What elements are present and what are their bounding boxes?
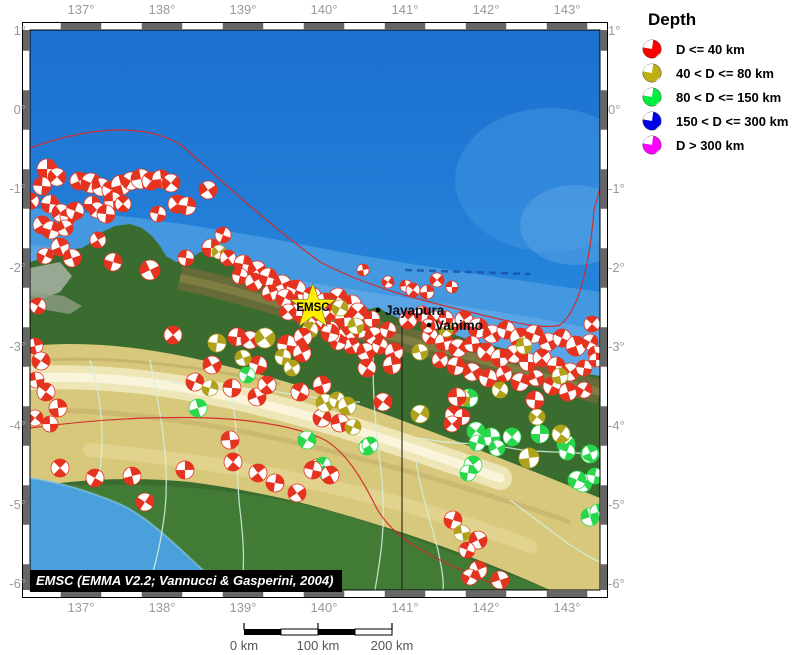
focal-mechanism [175,460,195,480]
city-label-jayapura: Jayapura [385,303,445,318]
frame-segment [384,22,426,30]
focal-mechanism [445,280,459,294]
lon-tick-bottom: 141° [391,600,419,615]
legend-item: D > 300 km [638,133,795,157]
lat-tick-right: -4° [608,418,625,433]
legend-rows: D <= 40 km 40 < D <= 80 km 80 < D <= 150 k… [638,37,795,157]
depth-ball-icon [642,63,662,83]
lon-tick-bottom: 143° [553,600,581,615]
frame-segment [546,22,588,30]
lat-tick-left: -2° [9,260,26,275]
lon-tick-bottom: 139° [229,600,257,615]
lat-tick-right: -1° [608,181,625,196]
city-dot-vanimo [426,322,432,328]
depth-ball-icon [642,39,662,59]
lat-tick-right: -3° [608,339,625,354]
lat-tick-left: -3° [9,339,26,354]
frame-segment [600,327,608,367]
depth-ball-icon [642,111,662,131]
lat-tick-left: 0° [13,102,26,117]
legend-item: 150 < D <= 300 km [638,109,795,133]
frame-segment [600,406,608,446]
lon-tick-top: 138° [148,2,176,17]
depth-ball-icon [642,87,662,107]
lon-tick-top: 141° [391,2,419,17]
scale-segment [244,629,281,635]
lon-tick-bottom: 142° [472,600,500,615]
scale-bar [243,623,393,636]
city-dot-jayapura [375,307,381,313]
frame-segment [600,564,608,590]
epicenter-label: EMSC [296,302,329,314]
scale-segment [280,628,319,636]
focal-mechanism [419,284,435,300]
focal-mechanism [447,387,467,407]
lon-tick-top: 139° [229,2,257,17]
frame-segment [600,485,608,525]
scale-label-100: 100 km [296,638,340,653]
frame-segment [60,22,102,30]
legend-item-label: D <= 40 km [676,41,745,57]
lon-tick-top: 137° [67,2,95,17]
frame-segment [141,22,183,30]
lat-tick-right: 0° [608,102,621,117]
lat-tick-right: -6° [608,576,625,591]
legend-item-label: D > 300 km [676,137,745,153]
frame-segment [222,22,264,30]
frame-segment [546,590,588,598]
lat-tick-left: 1° [13,23,26,38]
lat-tick-right: 1° [608,23,621,38]
scale-label-200: 200 km [370,638,414,653]
lon-tick-bottom: 138° [148,600,176,615]
lat-tick-left: -6° [9,576,26,591]
legend-item-label: 80 < D <= 150 km [676,89,782,105]
attribution-box: EMSC (EMMA V2.2; Vannucci & Gasperini, 2… [30,570,343,592]
scale-segment [354,628,393,636]
lat-tick-left: -1° [9,181,26,196]
lat-tick-left: -5° [9,497,26,512]
frame-segment [600,248,608,288]
lat-tick-left: -4° [9,418,26,433]
focal-mechanism [41,415,59,433]
legend-title: Depth [648,10,697,29]
city-label-vanimo: Vanimo [435,318,483,333]
legend-item: 80 < D <= 150 km [638,85,795,109]
focal-mechanism [530,424,550,444]
seismicity-map-page: EMSC Jayapura Vanimo 137° 137° 138° 138° 139… [0,0,795,655]
frame-segment [600,169,608,209]
lon-tick-top: 140° [310,2,338,17]
legend-item: 40 < D <= 80 km [638,61,795,85]
lon-tick-bottom: 137° [67,600,95,615]
depth-ball-icon [642,135,662,155]
lon-tick-bottom: 140° [310,600,338,615]
frame-segment [303,22,345,30]
scale-label-0: 0 km [229,638,259,653]
map-canvas: EMSC Jayapura Vanimo [22,22,608,598]
legend-item-label: 40 < D <= 80 km [676,65,774,81]
frame-segment [465,590,507,598]
focal-mechanism [222,378,242,398]
legend-item: D <= 40 km [638,37,795,61]
frame-segment [600,90,608,130]
lon-tick-top: 142° [472,2,500,17]
lat-tick-right: -2° [608,260,625,275]
frame-segment [465,22,507,30]
frame-segment [384,590,426,598]
lon-tick-top: 143° [553,2,581,17]
lat-tick-right: -5° [608,497,625,512]
frame-segment [600,30,608,51]
depth-legend: Depth D <= 40 km 40 < D <= 80 km 80 < D <=… [638,10,795,157]
legend-item-label: 150 < D <= 300 km [676,113,789,129]
scale-segment [318,629,355,635]
